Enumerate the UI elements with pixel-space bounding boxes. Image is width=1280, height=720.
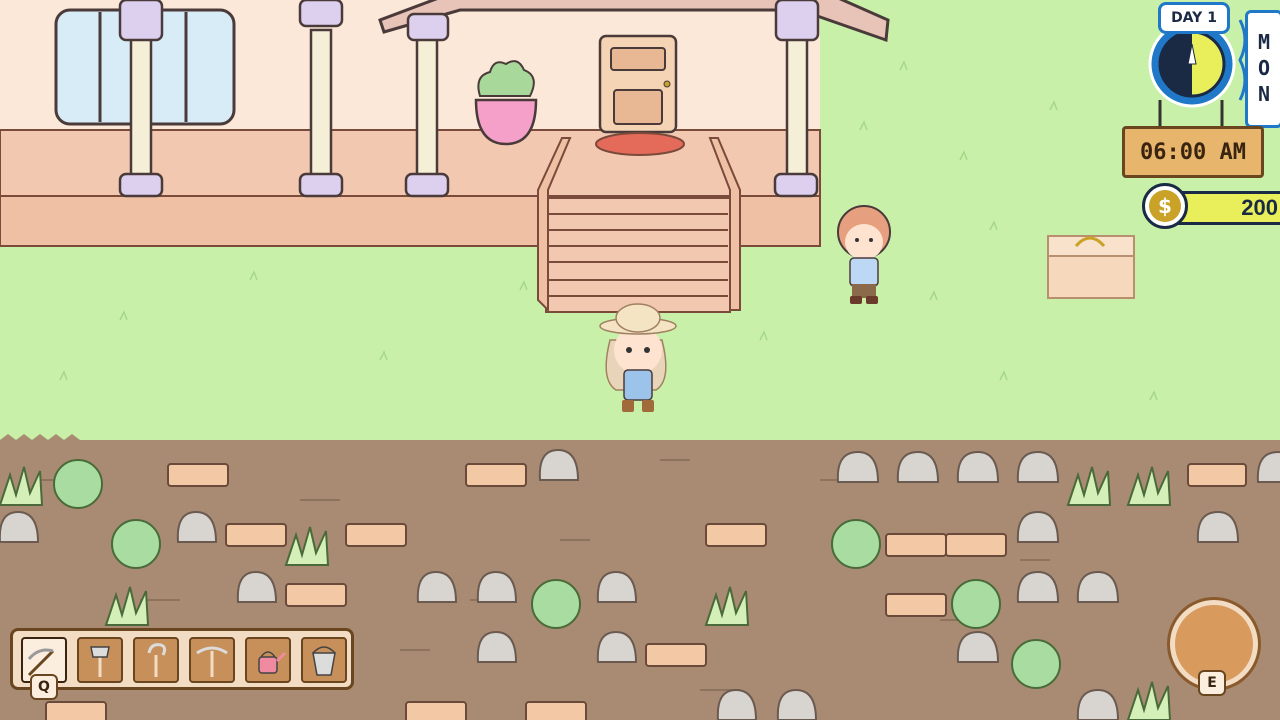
day-counter: DAY 1 (1158, 2, 1230, 34)
bucket-icon (312, 646, 336, 676)
potted-plant (474, 60, 538, 146)
action-key-hint: E (1198, 670, 1226, 696)
tool-slot-watering-can[interactable] (245, 637, 291, 683)
currency-symbol: $ (1149, 190, 1181, 222)
axe-icon (90, 646, 110, 677)
game-scene (0, 0, 1280, 720)
coin-icon: $ (1142, 183, 1188, 229)
tool-cycle-key-hint: Q (30, 674, 58, 700)
tool-slot-bucket[interactable] (301, 637, 347, 683)
weekday-label: MON (1245, 10, 1280, 128)
tool-hotbar (10, 628, 354, 690)
hoe-icon (147, 643, 167, 677)
tool-slot-hoe[interactable] (133, 637, 179, 683)
time-display: 06:00 AM (1122, 126, 1264, 178)
pickaxe-icon (196, 646, 228, 677)
shipping-bin[interactable] (1047, 235, 1135, 299)
tool-slot-pickaxe[interactable] (189, 637, 235, 683)
watering-can-icon (258, 651, 287, 674)
tool-slot-axe[interactable] (77, 637, 123, 683)
